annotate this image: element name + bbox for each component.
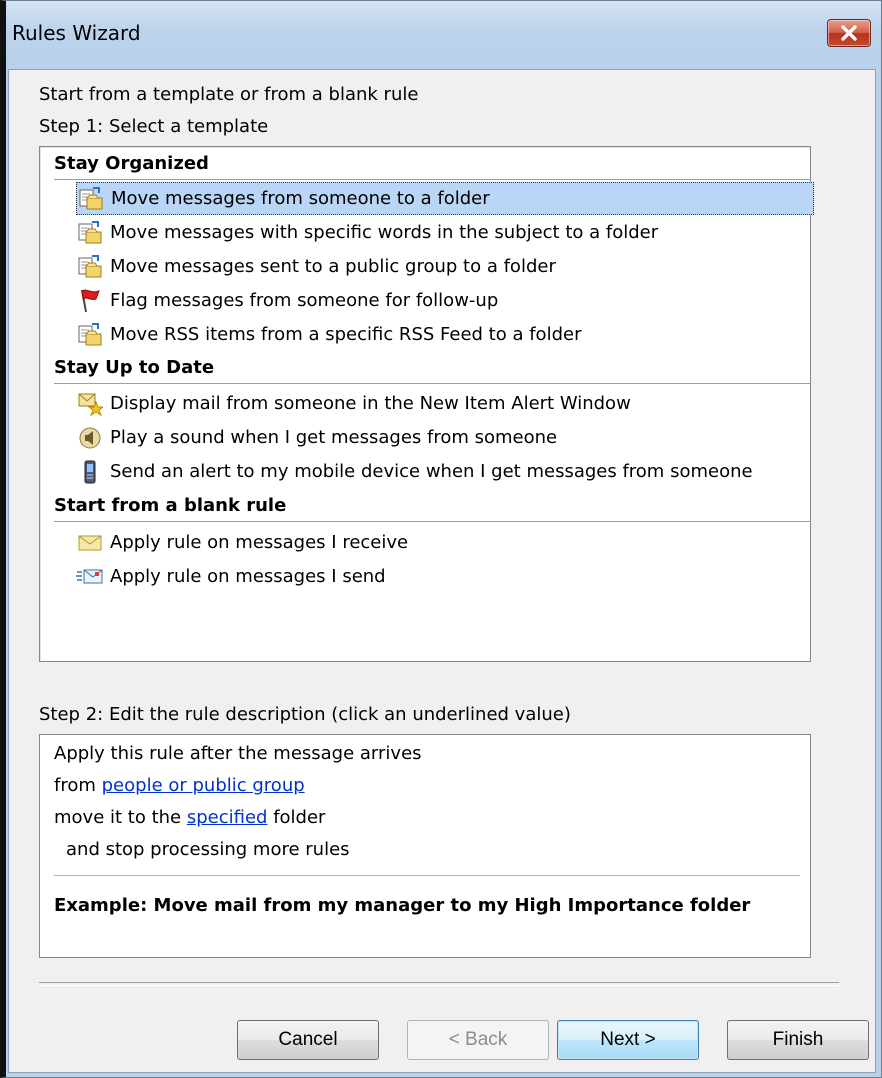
template-list[interactable]: Stay Organized Move messages from someon… <box>39 146 814 662</box>
move-to-folder-icon <box>76 219 104 247</box>
template-move-with-words[interactable]: Move messages with specific words in the… <box>76 216 814 249</box>
description-line-4: and stop processing more rules <box>66 839 350 860</box>
group-stay-organized: Stay Organized <box>54 153 209 174</box>
template-label: Flag messages from someone for follow-up <box>110 290 499 311</box>
template-apply-receive[interactable]: Apply rule on messages I receive <box>76 526 814 559</box>
envelope-icon <box>76 529 104 557</box>
group-stay-up-to-date: Stay Up to Date <box>54 357 215 378</box>
move-prefix: move it to the <box>54 807 187 828</box>
intro-text: Start from a template or from a blank ru… <box>39 84 419 105</box>
step1-label: Step 1: Select a template <box>39 116 269 137</box>
cancel-button[interactable]: Cancel <box>237 1020 379 1060</box>
folder-suffix: folder <box>267 807 326 828</box>
template-play-sound[interactable]: Play a sound when I get messages from so… <box>76 421 814 454</box>
template-apply-send[interactable]: Apply rule on messages I send <box>76 560 814 593</box>
description-line-3: move it to the specified folder <box>54 807 325 828</box>
mobile-device-icon <box>76 458 104 486</box>
template-label: Apply rule on messages I send <box>110 566 386 587</box>
window-title: Rules Wizard <box>12 21 141 45</box>
template-label: Move RSS items from a specific RSS Feed … <box>110 324 582 345</box>
template-label: Move messages from someone to a folder <box>111 188 490 209</box>
button-separator <box>39 982 839 986</box>
template-label: Play a sound when I get messages from so… <box>110 427 558 448</box>
move-to-folder-icon <box>77 185 105 213</box>
template-label: Move messages with specific words in the… <box>110 222 659 243</box>
from-prefix: from <box>54 775 102 796</box>
step2-label: Step 2: Edit the rule description (click… <box>39 704 571 725</box>
back-button[interactable]: < Back <box>407 1020 549 1060</box>
group-divider <box>54 179 810 180</box>
send-mail-icon <box>76 563 104 591</box>
next-button[interactable]: Next > <box>557 1020 699 1060</box>
rule-description-box: Apply this rule after the message arrive… <box>39 734 811 958</box>
description-line-1: Apply this rule after the message arrive… <box>54 743 422 764</box>
move-to-folder-icon <box>76 253 104 281</box>
template-flag-followup[interactable]: Flag messages from someone for follow-up <box>76 284 814 317</box>
template-move-rss[interactable]: Move RSS items from a specific RSS Feed … <box>76 318 814 351</box>
close-button[interactable] <box>827 19 871 47</box>
specified-folder-link[interactable]: specified <box>187 807 268 828</box>
group-divider <box>54 521 810 522</box>
example-text: Example: Move mail from my manager to my… <box>54 895 751 916</box>
group-divider <box>54 383 810 384</box>
template-mobile-alert[interactable]: Send an alert to my mobile device when I… <box>76 455 814 488</box>
title-bar[interactable]: Rules Wizard <box>6 1 881 69</box>
move-to-folder-icon <box>76 321 104 349</box>
people-or-public-group-link[interactable]: people or public group <box>102 775 305 796</box>
finish-button[interactable]: Finish <box>727 1020 869 1060</box>
speaker-icon <box>76 424 104 452</box>
template-label: Move messages sent to a public group to … <box>110 256 556 277</box>
description-line-2: from people or public group <box>54 775 305 796</box>
template-label: Display mail from someone in the New Ite… <box>110 393 631 414</box>
close-icon <box>841 25 857 41</box>
dialog-body: Start from a template or from a blank ru… <box>8 69 876 1073</box>
template-move-public-group[interactable]: Move messages sent to a public group to … <box>76 250 814 283</box>
template-label: Apply rule on messages I receive <box>110 532 409 553</box>
template-new-item-alert[interactable]: Display mail from someone in the New Ite… <box>76 387 814 420</box>
new-item-alert-icon <box>76 390 104 418</box>
template-label: Send an alert to my mobile device when I… <box>110 461 753 482</box>
red-flag-icon <box>76 287 104 315</box>
description-divider <box>54 875 800 876</box>
group-blank-rule: Start from a blank rule <box>54 495 287 516</box>
template-move-from-someone[interactable]: Move messages from someone to a folder <box>76 182 814 215</box>
rules-wizard-window: Rules Wizard Start from a template or fr… <box>0 0 882 1078</box>
